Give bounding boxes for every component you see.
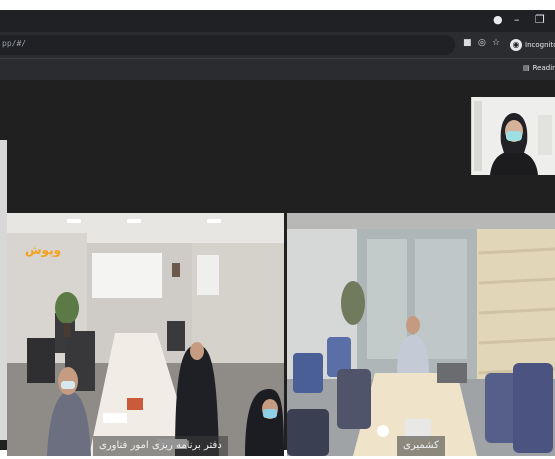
incognito-icon: ◉ <box>510 39 522 51</box>
self-view-video[interactable] <box>471 97 555 175</box>
self-view-scene <box>472 97 555 175</box>
camera-icon[interactable]: ■ <box>463 37 472 49</box>
address-toolbar: pp/#/ ■ ◎ ☆ ◉ Incognito <box>0 32 555 58</box>
incognito-profile-button[interactable]: ◉ Incognito <box>510 36 555 54</box>
participant-tile-left[interactable]: وپوش دفتر برنامه ریزی امور فناوری <box>7 213 284 456</box>
participant-name-label: کشمیری <box>397 436 445 456</box>
incognito-label: Incognito <box>525 41 555 49</box>
reading-list-button[interactable]: ▤ Reading <box>523 64 555 72</box>
bookmarks-bar: ▤ Reading <box>0 58 555 80</box>
no-tracking-icon[interactable]: ◎ <box>478 37 486 49</box>
restore-icon[interactable]: ❐ <box>535 13 545 27</box>
participant-video-right <box>287 213 555 456</box>
watermark-logo-text: وپوش <box>25 243 62 257</box>
screen: ● – ❐ pp/#/ ■ ◎ ☆ ◉ Incognito ▤ Reading <box>0 0 555 459</box>
browser-title-bar: ● – ❐ <box>0 10 555 32</box>
participant-tile-right[interactable]: کشمیری <box>287 213 555 456</box>
reading-list-icon: ▤ <box>523 64 530 72</box>
reading-list-label: Reading <box>532 64 555 72</box>
window-edge-strip <box>0 140 7 440</box>
minimize-icon[interactable]: – <box>514 13 520 27</box>
record-dot-icon[interactable]: ● <box>493 13 503 27</box>
star-icon[interactable]: ☆ <box>492 37 500 49</box>
url-text[interactable]: pp/#/ <box>2 39 26 48</box>
omnibox[interactable]: pp/#/ <box>0 35 455 55</box>
participant-name-label: دفتر برنامه ریزی امور فناوری <box>93 436 228 456</box>
